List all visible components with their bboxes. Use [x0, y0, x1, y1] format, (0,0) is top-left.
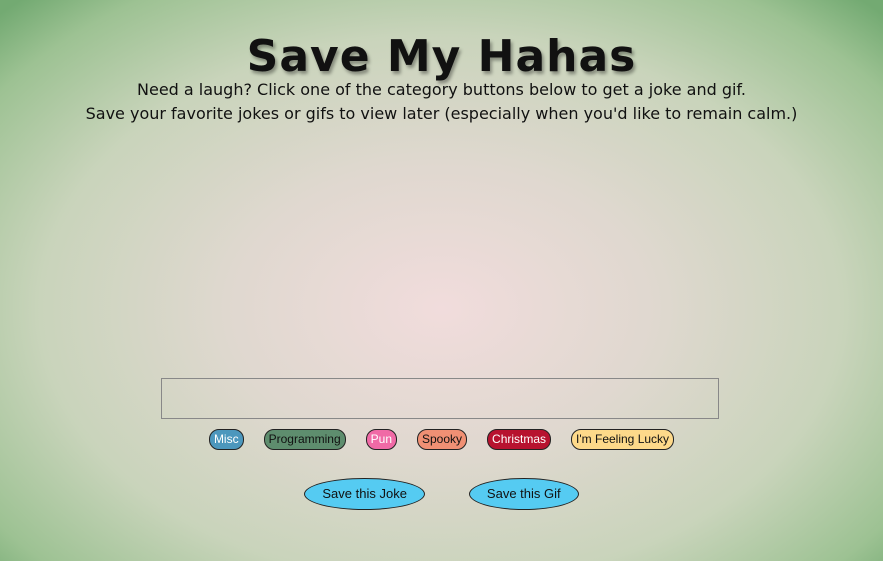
category-button-spooky[interactable]: Spooky	[417, 429, 468, 450]
category-button-pun[interactable]: Pun	[365, 429, 397, 450]
intro-line-1: Need a laugh? Click one of the category …	[137, 80, 746, 99]
save-joke-button[interactable]: Save this Joke	[304, 478, 425, 510]
category-buttons: Misc Programming Pun Spooky Christmas I'…	[0, 429, 883, 450]
save-gif-button[interactable]: Save this Gif	[468, 478, 579, 510]
category-button-feeling-lucky[interactable]: I'm Feeling Lucky	[571, 429, 675, 450]
page-title: Save My Hahas	[246, 31, 637, 83]
category-button-misc[interactable]: Misc	[208, 429, 244, 450]
joke-display-box	[161, 378, 719, 419]
category-button-programming[interactable]: Programming	[263, 429, 346, 450]
intro-line-2: Save your favorite jokes or gifs to view…	[85, 104, 798, 123]
intro-text: Need a laugh? Click one of the category …	[0, 78, 883, 126]
save-buttons: Save this Joke Save this Gif	[0, 478, 883, 510]
category-button-christmas[interactable]: Christmas	[487, 429, 552, 450]
